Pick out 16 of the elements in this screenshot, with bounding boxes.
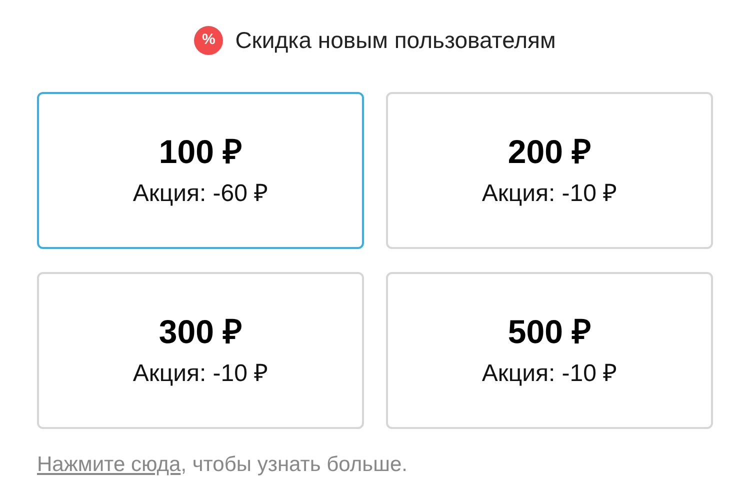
promo-discount: Акция: -10 ₽ [482,362,618,386]
more-info-link[interactable]: Нажмите сюда [37,453,181,476]
amount-value: 500 ₽ [508,315,592,348]
promo-discount: Акция: -10 ₽ [482,182,618,206]
amount-value: 200 ₽ [508,135,592,168]
promo-discount: Акция: -10 ₽ [132,362,268,386]
amount-value: 100 ₽ [158,135,242,168]
amount-option-card[interactable]: 200 ₽ Акция: -10 ₽ [386,92,713,249]
footer-text: , чтобы узнать больше. [180,453,408,476]
amount-value: 300 ₽ [158,315,242,348]
promo-discount: Акция: -60 ₽ [132,182,268,206]
amount-option-card[interactable]: 300 ₽ Акция: -10 ₽ [37,272,364,429]
amount-option-card[interactable]: 500 ₽ Акция: -10 ₽ [386,272,713,429]
promo-title: Скидка новым пользователям [235,26,556,55]
amount-option-card[interactable]: 100 ₽ Акция: -60 ₽ [37,92,364,249]
discount-badge: % [194,26,224,54]
